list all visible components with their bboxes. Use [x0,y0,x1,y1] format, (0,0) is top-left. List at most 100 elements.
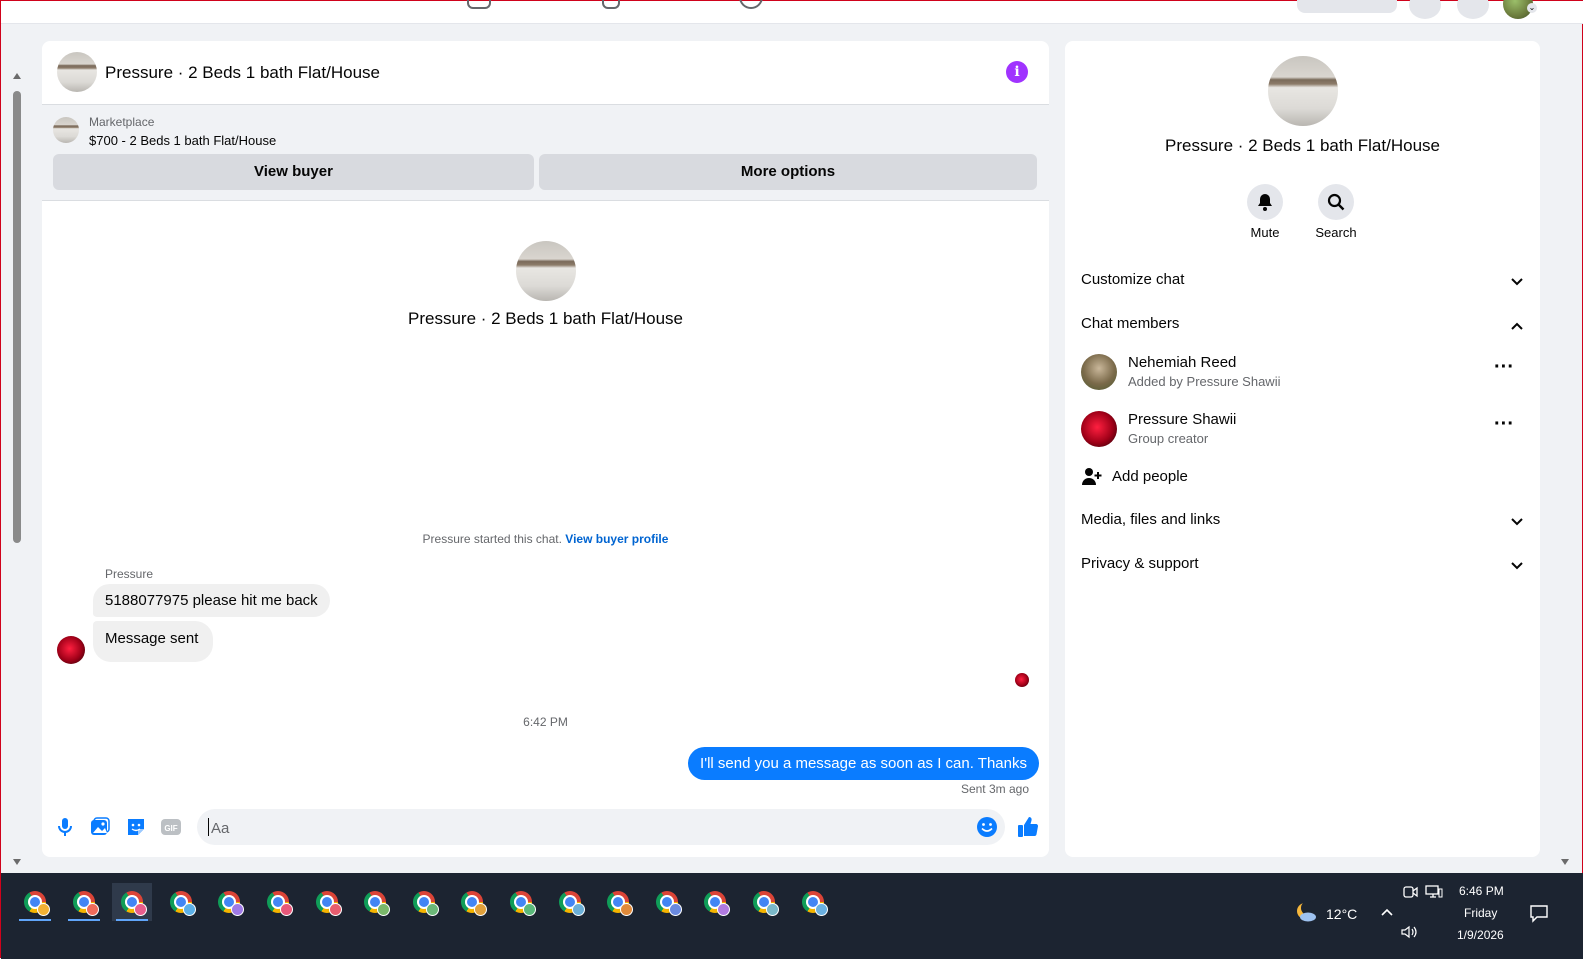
search-icon [1327,193,1345,211]
clock-date[interactable]: 1/9/2026 [1457,928,1504,942]
page-scrollbar[interactable] [11,73,23,873]
customize-chat-section[interactable]: Customize chat [1081,271,1524,295]
clock-day[interactable]: Friday [1464,906,1497,920]
member-item[interactable]: Nehemiah Reed Added by Pressure Shawii ·… [1081,354,1524,400]
view-buyer-profile-link[interactable]: View buyer profile [565,532,668,546]
message-input-container [197,809,1005,847]
profile-badge [134,903,148,916]
profile-badge [620,903,634,916]
chrome-icon [169,891,196,916]
sender-avatar[interactable] [57,636,85,664]
taskbar-chrome-app[interactable] [744,883,784,921]
taskbar-chrome-app[interactable] [452,883,492,921]
profile-badge [523,903,536,916]
chrome-icon [704,891,731,916]
seen-indicator-avatar [1015,673,1029,687]
taskbar-chrome-app[interactable] [112,883,153,921]
profile-badge [377,903,391,916]
taskbar-chrome-app[interactable] [161,883,201,921]
media-files-links-label: Media, files and links [1081,511,1221,528]
home-icon[interactable] [467,0,491,9]
bell-icon [1258,194,1272,211]
more-options-icon[interactable]: ··· [1494,414,1514,434]
chrome-icon [801,891,828,916]
meet-now-icon[interactable] [1403,885,1419,899]
profile-badge [474,903,488,916]
incoming-message[interactable]: 5188077975 please hit me back [93,584,330,617]
profile-badge [231,903,245,916]
listing-thumbnail[interactable] [53,117,79,143]
add-people-button[interactable]: Add people [1081,466,1281,490]
chrome-icon [655,891,682,916]
chat-info-panel: Pressure · 2 Beds 1 bath Flat/House Mute… [1065,41,1540,857]
taskbar-chrome-app[interactable] [550,883,590,921]
chevron-down-icon [1511,518,1523,526]
volume-icon[interactable] [1401,925,1419,939]
temperature[interactable]: 12°C [1326,906,1357,922]
mute-button[interactable] [1247,184,1283,220]
view-buyer-button[interactable]: View buyer [53,154,534,190]
taskbar-chrome-app[interactable] [307,883,347,921]
more-options-icon[interactable]: ··· [1494,357,1514,377]
mute-label: Mute [1250,225,1280,240]
message-input[interactable] [209,809,973,847]
microphone-icon[interactable] [54,816,76,838]
scroll-down-icon[interactable] [13,859,21,865]
chrome-icon [267,891,293,916]
notifications-icon[interactable] [1529,903,1549,923]
chat-title[interactable]: Pressure · 2 Beds 1 bath Flat/House [105,63,380,83]
member-name[interactable]: Pressure Shawii [1128,411,1236,428]
weather-moon-cloud-icon[interactable] [1295,901,1317,923]
info-icon[interactable]: i [1006,61,1028,83]
taskbar-chrome-app[interactable] [598,883,638,921]
taskbar-chrome-app[interactable] [258,883,298,921]
account-chevron-icon[interactable]: ⌄ [1527,3,1537,13]
chrome-icon [558,891,585,916]
emoji-icon[interactable] [976,816,998,838]
media-files-links-section[interactable]: Media, files and links [1081,511,1524,535]
menu-grid-icon[interactable] [1409,0,1441,19]
scroll-down-icon[interactable] [1561,859,1569,865]
member-item[interactable]: Pressure Shawii Group creator ··· [1081,411,1524,457]
find-friends-button[interactable] [1297,0,1397,13]
conversation-title: Pressure · 2 Beds 1 bath Flat/House [408,309,683,328]
photo-icon[interactable] [89,816,111,838]
conversation-avatar [516,241,576,301]
member-avatar[interactable] [1081,354,1117,390]
gif-icon[interactable]: GIF [160,816,182,838]
taskbar-chrome-app[interactable] [647,883,687,921]
profile-icon[interactable] [739,0,763,9]
marketplace-item[interactable]: $700 - 2 Beds 1 bath Flat/House [89,133,276,148]
search-button[interactable] [1318,184,1354,220]
sticker-icon[interactable] [125,816,147,838]
taskbar-chrome-app[interactable] [209,883,249,921]
taskbar-chrome-app[interactable] [695,883,735,921]
outgoing-message[interactable]: I'll send you a message as soon as I can… [688,747,1039,780]
member-avatar[interactable] [1081,411,1117,447]
taskbar-chrome-app[interactable] [404,883,444,921]
privacy-support-section[interactable]: Privacy & support [1081,555,1524,579]
taskbar-chrome-app[interactable] [15,883,55,921]
more-options-button[interactable]: More options [539,154,1037,190]
taskbar: 12°C 6:46 PM Friday 1/9/2026 [1,873,1583,959]
messenger-icon[interactable] [1457,0,1489,19]
chevron-up-icon[interactable] [1380,907,1394,917]
profile-badge [717,903,731,916]
chat-members-section[interactable]: Chat members [1081,315,1524,339]
taskbar-chrome-app[interactable] [64,883,104,921]
clock-time[interactable]: 6:46 PM [1459,884,1504,898]
listing-thumbnail[interactable] [57,52,97,92]
thumbs-up-icon[interactable] [1016,815,1040,839]
scrollbar-thumb[interactable] [13,91,21,543]
friends-icon[interactable] [602,0,620,9]
sent-status: Sent 3m ago [960,782,1029,796]
network-icon[interactable] [1425,885,1443,899]
chat-panel: Pressure · 2 Beds 1 bath Flat/House i Ma… [42,41,1049,857]
scroll-up-icon[interactable] [13,73,21,79]
taskbar-chrome-app[interactable] [793,883,833,921]
incoming-message[interactable]: Message sent [93,621,214,662]
chat-started-text: Pressure started this chat. [422,532,562,546]
taskbar-chrome-app[interactable] [355,883,395,921]
member-name[interactable]: Nehemiah Reed [1128,354,1236,371]
taskbar-chrome-app[interactable] [501,883,541,921]
